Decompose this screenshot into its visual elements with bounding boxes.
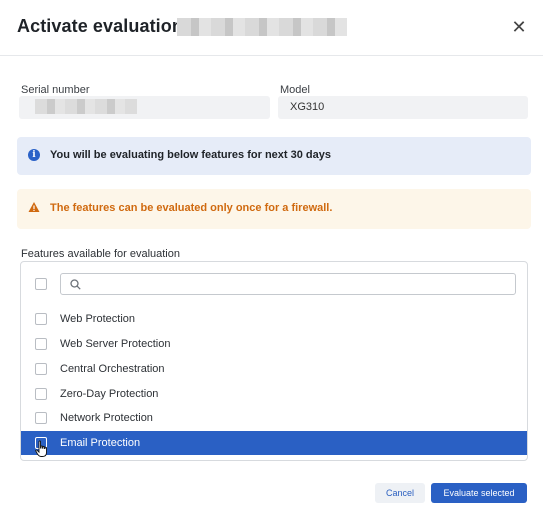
redacted-serial-number: [35, 99, 137, 114]
feature-item-network-protection[interactable]: Network Protection: [21, 406, 527, 430]
search-input[interactable]: [87, 276, 511, 294]
warning-banner: The features can be evaluated only once …: [17, 189, 531, 229]
search-icon: [70, 279, 81, 290]
info-text: You will be evaluating below features fo…: [50, 149, 331, 161]
warning-text: The features can be evaluated only once …: [50, 202, 333, 214]
cancel-button[interactable]: Cancel: [375, 483, 425, 503]
model-field: XG310: [278, 96, 528, 119]
feature-label: Web Server Protection: [60, 338, 171, 350]
features-list: Web Protection Web Server Protection Cen…: [20, 261, 528, 461]
dialog-header: Activate evaluations - ✕: [0, 0, 543, 56]
feature-item-web-protection[interactable]: Web Protection: [21, 307, 527, 331]
feature-label: Central Orchestration: [60, 363, 165, 375]
feature-label: Web Protection: [60, 313, 136, 325]
checkbox[interactable]: [35, 363, 47, 375]
feature-item-central-orchestration[interactable]: Central Orchestration: [21, 357, 527, 381]
hand-cursor-icon: [35, 440, 47, 457]
warning-icon: [28, 202, 40, 212]
close-icon[interactable]: ✕: [509, 17, 529, 37]
feature-label: Network Protection: [60, 412, 153, 424]
select-all-checkbox[interactable]: [35, 278, 47, 290]
checkbox[interactable]: [35, 412, 47, 424]
info-icon: i: [28, 149, 40, 161]
feature-item-email-protection[interactable]: Email Protection: [21, 431, 527, 455]
checkbox[interactable]: [35, 338, 47, 350]
model-label: Model: [280, 84, 310, 96]
feature-label: Email Protection: [60, 437, 141, 449]
feature-item-zero-day-protection[interactable]: Zero-Day Protection: [21, 382, 527, 406]
search-box[interactable]: [60, 273, 516, 295]
checkbox[interactable]: [35, 388, 47, 400]
serial-number-label: Serial number: [21, 84, 90, 96]
redacted-device-name: [177, 18, 347, 36]
feature-item-web-server-protection[interactable]: Web Server Protection: [21, 332, 527, 356]
info-banner: i You will be evaluating below features …: [17, 137, 531, 175]
checkbox[interactable]: [35, 313, 47, 325]
feature-label: Zero-Day Protection: [60, 388, 159, 400]
features-label: Features available for evaluation: [21, 248, 180, 260]
evaluate-selected-button[interactable]: Evaluate selected: [431, 483, 527, 503]
